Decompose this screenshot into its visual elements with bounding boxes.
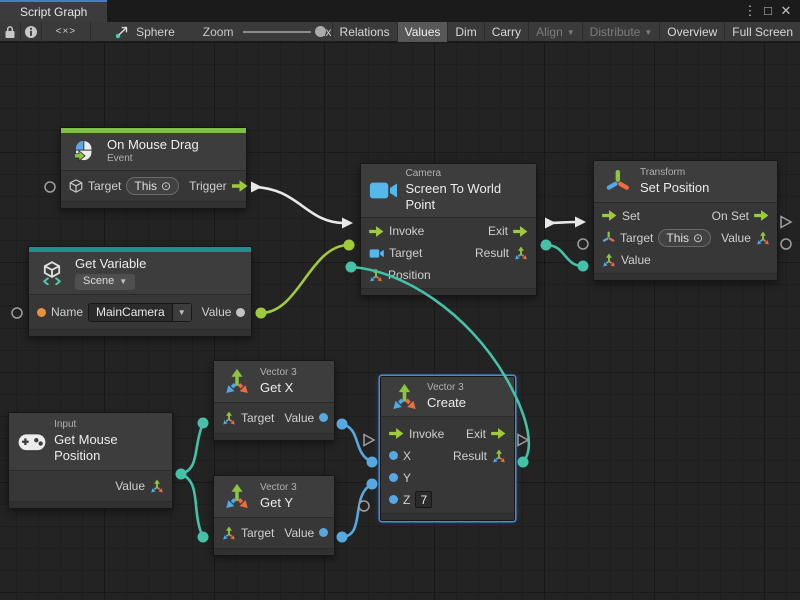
port-create-z-in[interactable] — [359, 501, 369, 511]
distribute-button[interactable]: Distribute ▼ — [582, 22, 660, 42]
overview-button[interactable]: Overview — [659, 22, 724, 42]
wire-trigger-to-invoke[interactable] — [252, 187, 344, 223]
flow-port-invoke-in[interactable] — [342, 218, 353, 229]
dim-button[interactable]: Dim — [447, 22, 483, 42]
port-camera-target-in[interactable] — [344, 240, 355, 251]
wire-mouse-to-gety[interactable] — [181, 474, 203, 537]
port-mousedrag-target-in[interactable] — [45, 182, 55, 192]
wire-mouse-to-getx[interactable] — [181, 423, 203, 474]
port-camera-result-out[interactable] — [541, 240, 552, 251]
port-create-y-in[interactable] — [367, 479, 378, 490]
port-getx-value-out[interactable] — [337, 419, 348, 430]
tab-script-graph[interactable]: Script Graph — [0, 0, 107, 22]
carry-button[interactable]: Carry — [484, 22, 528, 42]
lock-button[interactable] — [0, 22, 21, 42]
graph-icon — [115, 25, 129, 39]
info-icon — [24, 25, 38, 39]
wire-variable-to-camera-target[interactable] — [261, 245, 349, 313]
port-getx-target-in[interactable] — [198, 418, 209, 429]
port-create-result-out[interactable] — [518, 457, 529, 468]
zoom-label: Zoom — [203, 25, 234, 39]
flow-port-trigger-out[interactable] — [251, 182, 262, 193]
port-create-invoke-in[interactable] — [364, 435, 374, 446]
wire-result-to-value[interactable] — [546, 245, 583, 266]
close-icon[interactable]: ✕ — [778, 0, 794, 22]
code-preview-button[interactable]: <×> — [42, 22, 91, 42]
flow-port-exit-out[interactable] — [545, 218, 556, 229]
port-setposition-value-in[interactable] — [578, 261, 589, 272]
chevron-down-icon: ▼ — [644, 28, 652, 37]
port-variable-name-in[interactable] — [12, 308, 22, 318]
port-create-exit-out[interactable] — [518, 435, 528, 446]
full-screen-button[interactable]: Full Screen — [724, 22, 800, 42]
port-camera-position-in[interactable] — [346, 262, 357, 273]
port-setposition-target-in[interactable] — [578, 239, 588, 249]
zoom-slider-track — [243, 31, 310, 33]
flow-port-set-in[interactable] — [575, 217, 586, 228]
menu-icon[interactable]: ⋮ — [742, 0, 758, 22]
port-setposition-value-out[interactable] — [781, 239, 791, 249]
tab-title: Script Graph — [20, 5, 87, 19]
port-create-x-in[interactable] — [367, 457, 378, 468]
values-button[interactable]: Values — [397, 22, 448, 42]
port-gety-target-in[interactable] — [198, 532, 209, 543]
relations-button[interactable]: Relations — [332, 22, 397, 42]
port-variable-value-out[interactable] — [256, 308, 267, 319]
wire-create-result-to-position[interactable] — [351, 267, 529, 462]
code-icon: <×> — [56, 26, 77, 37]
lock-icon — [3, 25, 17, 39]
chevron-down-icon: ▼ — [567, 28, 575, 37]
port-onset-out[interactable] — [781, 217, 791, 228]
script-graph-window: Script Graph ⋮ □ ✕ <×> Sphere Zoom 1x Re… — [0, 0, 800, 600]
graph-toolbar: <×> Sphere Zoom 1x Relations Values Dim … — [0, 22, 800, 42]
port-gety-value-out[interactable] — [337, 532, 348, 543]
graph-breadcrumb: Sphere — [115, 25, 175, 39]
info-button[interactable] — [21, 22, 42, 42]
maximize-icon[interactable]: □ — [760, 0, 776, 22]
tab-bar: Script Graph ⋮ □ ✕ — [0, 0, 800, 22]
port-mouse-value-out[interactable] — [176, 469, 187, 480]
toolbar-buttons: Relations Values Dim Carry Align ▼ Distr… — [332, 22, 800, 42]
zoom-slider[interactable] — [243, 22, 310, 42]
window-controls: ⋮ □ ✕ — [742, 0, 800, 22]
align-button[interactable]: Align ▼ — [528, 22, 582, 42]
graph-name-label: Sphere — [136, 25, 175, 39]
